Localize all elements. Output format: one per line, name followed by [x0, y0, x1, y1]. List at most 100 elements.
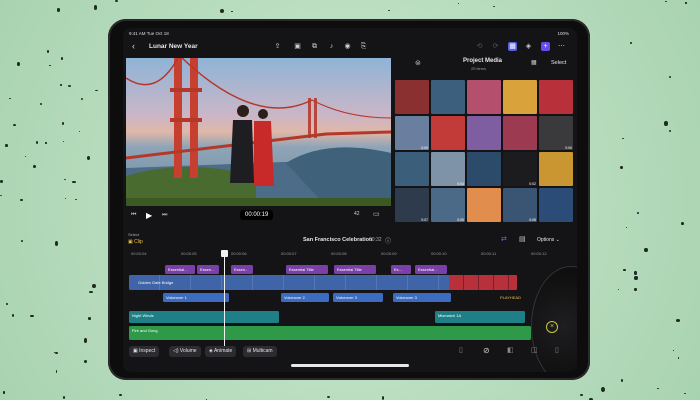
top-toolbar: ‹ Lunar New Year ⇪ ▣ ⧉ ♪ ◉ ⎘ ⟲ ⟳ ▦ ◈ + ⋯ — [123, 38, 577, 56]
audio-track-mismatch[interactable]: Mismatch 1A — [435, 311, 525, 323]
audio-track-fire-and-gong[interactable]: Fire and Gong — [129, 326, 531, 340]
media-thumbnail[interactable] — [467, 152, 501, 186]
status-bar: 9:41 AM Tue Oct 18 100% — [123, 28, 577, 38]
media-thumbnail[interactable] — [395, 80, 429, 114]
status-time: 9:41 AM — [129, 31, 146, 36]
title-clip[interactable]: Essential... — [415, 265, 447, 274]
ruler-tick-label: 00:00:06 — [231, 251, 247, 256]
play-icon[interactable]: ▶ — [146, 211, 152, 220]
media-thumbnail[interactable]: 0:06 — [539, 116, 573, 150]
thumbnail-duration: 0:04 — [457, 182, 464, 186]
more-icon[interactable]: ⋯ — [557, 42, 566, 51]
trash-icon[interactable]: ▯ — [459, 346, 463, 354]
camera-icon[interactable]: ▣ — [293, 42, 302, 51]
title-clip[interactable]: Essential... — [165, 265, 195, 274]
viewer-controls: ⏮ ▶ ⏭ 00:00:19 42 ▭ — [126, 208, 391, 224]
media-thumbnail[interactable]: 0:02 — [503, 152, 537, 186]
browser-icon[interactable]: ▦ — [508, 42, 517, 51]
timeline-ruler: 00:00:04 00:00:05 00:00:06 00:00:07 00:00:08… — [131, 251, 571, 259]
voiceover-clip[interactable]: Voiceover 1 — [163, 293, 229, 302]
media-thumbnail[interactable]: 0:04 — [431, 152, 465, 186]
red-video-clips[interactable] — [449, 275, 517, 290]
thumbnail-duration: 0:07 — [421, 218, 428, 222]
golden-gate-image — [126, 58, 391, 206]
export-icon[interactable]: ⇪ — [273, 42, 282, 51]
title-clip[interactable]: Es... — [391, 265, 411, 274]
media-thumbnail[interactable]: 0:09 — [395, 116, 429, 150]
skip-back-icon[interactable]: ⏮ — [131, 212, 136, 219]
thumbnail-duration: 0:08 — [529, 218, 536, 222]
redo-icon[interactable]: ⟳ — [491, 42, 500, 51]
title-clip[interactable]: Essen... — [231, 265, 253, 274]
link-icon[interactable]: ⇄ — [501, 235, 507, 243]
volume-button[interactable]: ◁) Volume — [169, 346, 201, 357]
media-thumbnail[interactable]: 0:05 — [431, 188, 465, 222]
split-icon[interactable]: ◧ — [507, 346, 514, 354]
timecode-display: 00:00:19 — [240, 210, 274, 220]
filter-icon[interactable]: ⊜ — [415, 59, 421, 67]
voiceover-clip[interactable]: Voiceover 3 — [393, 293, 451, 302]
media-thumbnail[interactable] — [467, 80, 501, 114]
media-thumbnail[interactable] — [467, 116, 501, 150]
status-date: Tue Oct 18 — [146, 31, 169, 36]
plus-icon[interactable]: + — [541, 42, 550, 51]
audio-track-night-winds[interactable]: Night Winds — [129, 311, 279, 323]
multicam-icon[interactable]: ⧉ — [310, 42, 319, 51]
duplicate-icon[interactable]: ▯ — [555, 346, 559, 354]
media-thumbnail[interactable] — [539, 152, 573, 186]
title-clip[interactable]: Essential Title — [286, 265, 328, 274]
home-indicator — [291, 364, 409, 367]
media-thumbnail[interactable] — [431, 116, 465, 150]
detach-icon[interactable]: ◫ — [531, 346, 538, 354]
video-viewer[interactable] — [126, 58, 391, 206]
clip-view-icon[interactable]: ▤ — [519, 235, 526, 243]
ruler-tick-label: 00:00:09 — [381, 251, 397, 256]
options-button[interactable]: Options ⌄ — [537, 237, 560, 243]
media-count: 25 items — [471, 66, 487, 71]
aspect-icon[interactable]: ▭ — [373, 210, 380, 218]
inspect-button[interactable]: ▣ Inspect — [129, 346, 160, 357]
checkmark-icon[interactable]: ⊘ — [483, 346, 490, 355]
mic-icon[interactable]: ♪ — [327, 42, 336, 51]
ruler-tick-label: 00:00:11 — [481, 251, 497, 256]
media-thumbnail[interactable] — [503, 80, 537, 114]
media-thumbnail[interactable] — [431, 80, 465, 114]
project-title: Lunar New Year — [149, 43, 198, 50]
photos-icon[interactable]: ◈ — [524, 42, 533, 51]
media-thumbnail[interactable] — [539, 188, 573, 222]
select-label: Select — [128, 232, 140, 237]
clip-selector[interactable]: ▣ Clip — [128, 239, 143, 245]
ruler-tick-label: 00:00:07 — [281, 251, 297, 256]
media-thumbnail[interactable]: 0:07 — [395, 188, 429, 222]
volume-label: Volume — [179, 348, 197, 354]
media-thumbnail[interactable] — [539, 80, 573, 114]
playhead-handle[interactable] — [221, 250, 228, 257]
multicam-label: Multicam — [252, 348, 273, 354]
multicam-button[interactable]: ⊞ Multicam — [243, 346, 277, 357]
project-media-browser: ⊜ Project Media 25 items ▦ Select 0:09 0:… — [393, 56, 577, 228]
skip-forward-icon[interactable]: ⏭ — [162, 212, 167, 219]
title-clip[interactable]: Essential Title — [334, 265, 376, 274]
voiceover-clip[interactable]: Voiceover 2 — [281, 293, 329, 302]
ruler-tick-label: 00:00:05 — [181, 251, 197, 256]
thumbnail-duration: 0:06 — [565, 146, 572, 150]
info-icon[interactable]: ⓘ — [385, 236, 391, 245]
media-select-button[interactable]: Select — [551, 60, 566, 66]
zoom-level[interactable]: 42 — [354, 211, 360, 217]
media-thumbnail[interactable] — [503, 116, 537, 150]
ruler-tick-label: 00:00:04 — [131, 251, 147, 256]
title-clip[interactable]: Essen... — [197, 265, 219, 274]
media-thumbnail[interactable] — [467, 188, 501, 222]
media-thumbnail[interactable] — [395, 152, 429, 186]
chevron-left-icon[interactable]: ‹ — [132, 41, 135, 51]
ruler-tick-label: 00:00:12 — [531, 251, 547, 256]
undo-icon[interactable]: ⟲ — [475, 42, 484, 51]
playhead-line[interactable] — [224, 254, 225, 346]
media-thumbnail[interactable]: 0:08 — [503, 188, 537, 222]
animate-button[interactable]: ◈ Animate — [205, 346, 237, 357]
voiceover-clip[interactable]: Voiceover 3 — [333, 293, 383, 302]
share-icon[interactable]: ⎘ — [359, 42, 368, 51]
grid-view-icon[interactable]: ▦ — [531, 59, 537, 66]
voiceover-icon[interactable]: ◉ — [343, 42, 352, 51]
close-icon[interactable]: × — [546, 321, 558, 333]
